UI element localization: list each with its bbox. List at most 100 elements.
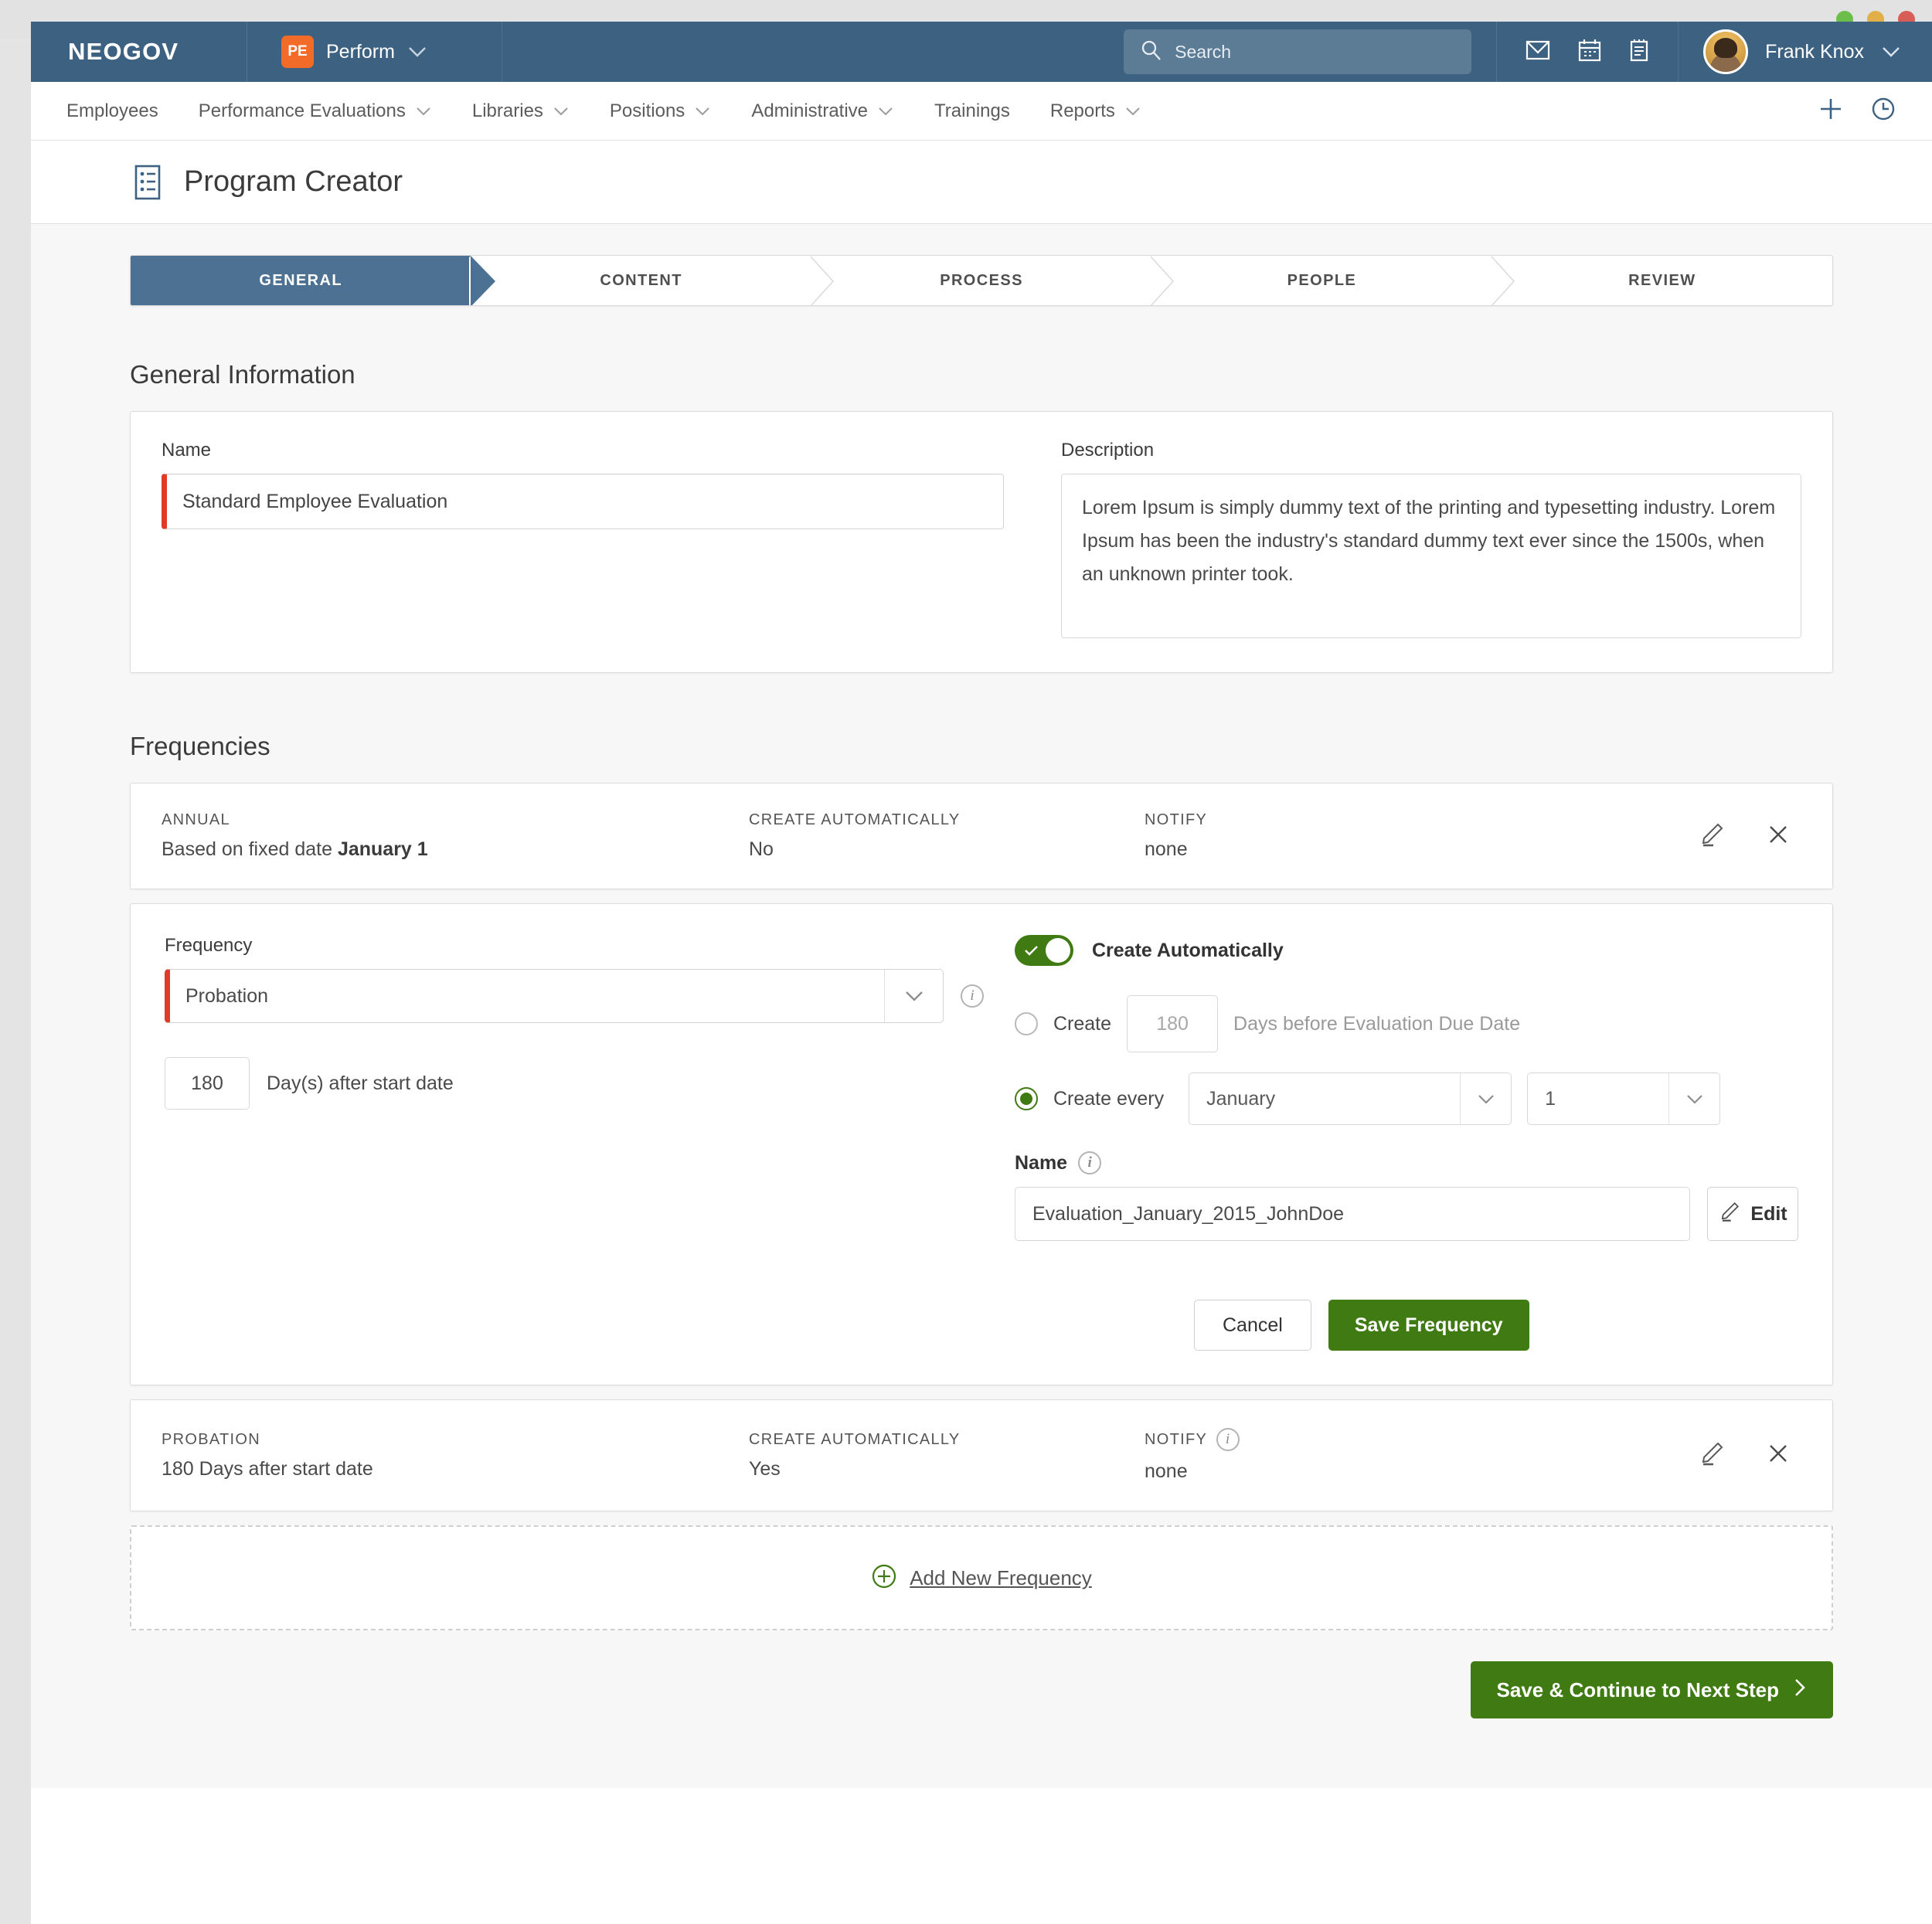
edit-name-button[interactable]: Edit: [1707, 1187, 1798, 1241]
chevron-down-icon: [1460, 1073, 1511, 1124]
annual-row-actions: [1698, 821, 1801, 852]
frequency-select[interactable]: Probation: [165, 969, 944, 1023]
general-information-heading: General Information: [130, 360, 355, 389]
save-continue-button[interactable]: Save & Continue to Next Step: [1470, 1661, 1833, 1718]
nav-item-performance-evaluations[interactable]: Performance Evaluations: [199, 100, 432, 122]
add-new-frequency-button[interactable]: Add New Frequency: [130, 1525, 1833, 1630]
probation-detail: 180 Days after start date: [162, 1457, 373, 1480]
name-field-group: Name Standard Employee Evaluation: [162, 440, 1004, 638]
product-switcher[interactable]: PE Perform: [247, 22, 502, 82]
count-select-value: 1: [1545, 1087, 1556, 1110]
step-content[interactable]: CONTENT: [469, 256, 811, 305]
create-days-input[interactable]: 180: [1127, 995, 1219, 1052]
chevron-down-icon: [1668, 1073, 1719, 1124]
save-frequency-label: Save Frequency: [1354, 1314, 1503, 1336]
notify-label: NOTIFY: [1145, 1430, 1208, 1448]
step-label: REVIEW: [1628, 271, 1696, 289]
month-select[interactable]: January: [1189, 1072, 1512, 1125]
chevron-down-icon: [1881, 46, 1901, 58]
days-after-start-label: Day(s) after start date: [267, 1072, 454, 1094]
chevron-down-icon: [407, 46, 427, 58]
product-badge-icon: PE: [281, 36, 314, 68]
chevron-down-icon: [884, 970, 943, 1022]
plus-icon[interactable]: [1818, 96, 1844, 126]
nav-item-reports[interactable]: Reports: [1050, 100, 1141, 122]
close-x-icon[interactable]: [1766, 822, 1791, 851]
count-select[interactable]: 1: [1527, 1072, 1721, 1125]
annual-detail: Based on fixed date January 1: [162, 838, 749, 861]
create-automatically-toggle-row: Create Automatically: [1015, 935, 1798, 966]
notify-info-icon[interactable]: i: [1216, 1428, 1240, 1451]
calendar-icon[interactable]: [1577, 38, 1602, 66]
evaluation-name-info-icon[interactable]: i: [1078, 1151, 1102, 1174]
frequency-editor-left: Frequency Probation i 180 Day(s) after s…: [165, 935, 984, 1351]
search-input[interactable]: Search: [1124, 29, 1472, 74]
search-icon: [1141, 39, 1162, 65]
page-title: Program Creator: [184, 165, 403, 198]
add-new-frequency-label: Add New Frequency: [910, 1565, 1092, 1589]
name-input[interactable]: Standard Employee Evaluation: [162, 474, 1004, 529]
step-process[interactable]: PROCESS: [809, 256, 1152, 305]
probation-notify: NOTIFY i none: [1145, 1428, 1698, 1483]
cancel-button[interactable]: Cancel: [1194, 1300, 1311, 1351]
product-name-label: Perform: [326, 40, 395, 63]
user-menu[interactable]: Frank Knox: [1679, 22, 1932, 82]
step-review[interactable]: REVIEW: [1490, 256, 1832, 305]
description-label: Description: [1061, 440, 1155, 461]
description-field-group: Description Lorem Ipsum is simply dummy …: [1061, 440, 1801, 638]
pencil-icon[interactable]: [1698, 1440, 1726, 1471]
nav-item-administrative[interactable]: Administrative: [751, 100, 894, 122]
evaluation-name-label: Name: [1015, 1151, 1068, 1174]
chevron-down-icon: [553, 106, 570, 117]
page-content: GENERAL CONTENT PROCESS PEOPLE REVIEW Ge…: [31, 224, 1932, 1788]
annual-title: ANNUAL: [162, 811, 230, 828]
close-x-icon[interactable]: [1766, 1441, 1791, 1470]
nav-item-positions[interactable]: Positions: [610, 100, 711, 122]
annual-detail-value: January 1: [337, 838, 428, 860]
frequency-row-annual: ANNUAL Based on fixed date January 1 CRE…: [130, 783, 1833, 889]
step-label: PROCESS: [940, 271, 1023, 289]
notes-icon[interactable]: [1628, 38, 1650, 66]
nav-item-label: Employees: [66, 100, 158, 121]
frequency-info-icon[interactable]: i: [961, 984, 984, 1008]
application-window: NEOGOV PE Perform Search Frank Knox Empl…: [31, 22, 1932, 1924]
notify-value: none: [1145, 838, 1188, 860]
name-label: Name: [162, 440, 212, 461]
nav-item-libraries[interactable]: Libraries: [472, 100, 570, 122]
pencil-icon: [1718, 1200, 1741, 1229]
create-automatically-label: CREATE AUTOMATICALLY: [749, 1430, 961, 1448]
save-frequency-button[interactable]: Save Frequency: [1328, 1300, 1529, 1351]
radio-create-days[interactable]: [1015, 1012, 1038, 1035]
evaluation-name-label-row: Name i: [1015, 1151, 1798, 1174]
mail-icon[interactable]: [1525, 39, 1551, 66]
step-label: PEOPLE: [1287, 271, 1357, 289]
create-automatically-toggle[interactable]: [1015, 935, 1073, 966]
create-automatically-value: No: [749, 838, 774, 860]
days-after-start-row: 180 Day(s) after start date: [165, 1057, 984, 1110]
annual-summary: ANNUAL Based on fixed date January 1: [162, 811, 749, 861]
chevron-down-icon: [694, 106, 711, 117]
notify-label: NOTIFY: [1145, 811, 1208, 828]
nav-item-employees[interactable]: Employees: [66, 100, 158, 122]
frequencies-heading: Frequencies: [130, 732, 270, 760]
evaluation-name-row: Evaluation_January_2015_JohnDoe Edit: [1015, 1187, 1798, 1241]
save-continue-label: Save & Continue to Next Step: [1496, 1678, 1780, 1701]
pencil-icon[interactable]: [1698, 821, 1726, 852]
evaluation-name-input[interactable]: Evaluation_January_2015_JohnDoe: [1015, 1187, 1690, 1241]
history-clock-icon[interactable]: [1870, 96, 1896, 126]
radio-create-every[interactable]: [1015, 1087, 1038, 1110]
notify-label-row: NOTIFY i: [1145, 1428, 1698, 1451]
plus-circle-icon: [871, 1563, 897, 1593]
days-after-start-input[interactable]: 180: [165, 1057, 250, 1110]
step-people[interactable]: PEOPLE: [1150, 256, 1492, 305]
step-general[interactable]: GENERAL: [131, 256, 496, 305]
nav-item-label: Administrative: [751, 100, 869, 121]
brand-logo-area[interactable]: NEOGOV: [31, 22, 247, 82]
radio-create-label: Create: [1053, 1012, 1112, 1035]
probation-title: PROBATION: [162, 1430, 261, 1448]
chevron-right-icon: [1793, 1677, 1807, 1704]
radio-create-every-label: Create every: [1053, 1087, 1165, 1110]
nav-item-trainings[interactable]: Trainings: [934, 100, 1010, 122]
description-textarea[interactable]: Lorem Ipsum is simply dummy text of the …: [1061, 474, 1801, 638]
frequency-editor-right: Create Automatically Create 180 Days bef…: [1015, 935, 1798, 1351]
